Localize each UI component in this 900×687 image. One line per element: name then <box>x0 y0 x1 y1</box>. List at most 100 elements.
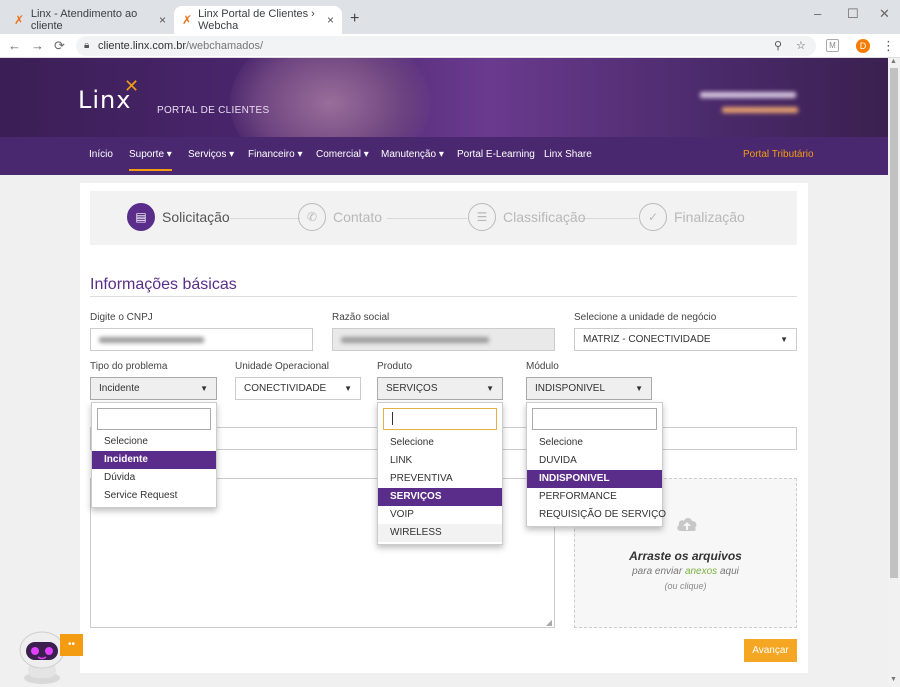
step-connector <box>387 218 467 219</box>
unidade-operacional-value: CONECTIVIDADE <box>244 383 327 394</box>
address-bar: ← → ⟳ 🔒︎ cliente.linx.com.br/webchamados… <box>0 34 900 58</box>
caret-down-icon: ▼ <box>635 384 643 393</box>
chat-badge[interactable]: •• <box>60 634 83 656</box>
tab-close-icon[interactable]: × <box>159 13 166 27</box>
phone-icon: ✆ <box>298 203 326 231</box>
produto-select[interactable]: SERVIÇOS ▼ <box>377 377 503 400</box>
minimize-button[interactable]: – <box>814 6 821 21</box>
dropdown-option[interactable]: Selecione <box>378 434 502 452</box>
step-solicitacao: ▤ Solicitação <box>127 203 230 231</box>
nav-linx-share[interactable]: Linx Share <box>544 149 592 160</box>
tab-close-icon[interactable]: × <box>327 13 334 27</box>
nav-servicos[interactable]: Serviços ▾ <box>188 149 234 160</box>
check-icon: ✓ <box>639 203 667 231</box>
bookmark-star-icon[interactable]: ☆ <box>796 36 806 56</box>
new-tab-button[interactable]: + <box>350 10 359 28</box>
caret-down-icon: ▼ <box>344 384 352 393</box>
avancar-button[interactable]: Avançar <box>744 639 797 662</box>
dropdown-search-input[interactable] <box>383 408 497 430</box>
user-company-redacted <box>722 107 798 113</box>
dropzone-text: aqui <box>717 566 739 577</box>
unidade-operacional-label: Unidade Operacional <box>235 361 329 372</box>
dropdown-option[interactable]: Selecione <box>92 433 216 451</box>
portal-subtitle: PORTAL DE CLIENTES <box>157 105 270 116</box>
browser-tab-bar: ✗ Linx - Atendimento ao cliente × ✗ Linx… <box>0 0 900 34</box>
dropdown-option[interactable]: LINK <box>378 452 502 470</box>
dropdown-option[interactable]: Selecione <box>527 434 662 452</box>
dropdown-search-input[interactable] <box>532 408 657 430</box>
url-field[interactable]: 🔒︎ cliente.linx.com.br/webchamados/ ⚲ ☆ <box>76 36 816 56</box>
linx-favicon-icon: ✗ <box>14 13 25 27</box>
list-icon: ☰ <box>468 203 496 231</box>
upload-cloud-icon <box>677 518 697 531</box>
tipo-problema-select[interactable]: Incidente ▼ <box>90 377 217 400</box>
dropdown-option[interactable]: REQUISIÇÃO DE SERVIÇO <box>527 506 666 524</box>
user-name-redacted[interactable] <box>700 92 796 98</box>
step-classificacao: ☰ Classificação <box>468 203 585 231</box>
browser-tab-atendimento[interactable]: ✗ Linx - Atendimento ao cliente × <box>6 6 174 34</box>
page-scrollbar[interactable]: ▲ ▼ <box>888 58 900 687</box>
modulo-label: Módulo <box>526 361 559 372</box>
section-title: Informações básicas <box>90 276 237 293</box>
razao-social-field <box>332 328 555 351</box>
tipo-problema-value: Incidente <box>99 383 140 394</box>
extension-icon[interactable]: M <box>826 39 839 52</box>
dropdown-option[interactable]: VOIP <box>378 506 502 524</box>
nav-manutencao[interactable]: Manutenção ▾ <box>381 149 444 160</box>
nav-portal-tributario[interactable]: Portal Tributário <box>743 149 814 160</box>
dropdown-option[interactable]: DUVIDA <box>527 452 662 470</box>
unidade-negocio-select[interactable]: MATRIZ - CONECTIVIDADE ▼ <box>574 328 797 351</box>
dropdown-option-selected[interactable]: INDISPONIVEL <box>527 470 662 488</box>
resize-handle-icon[interactable]: ◢ <box>546 618 552 627</box>
dropdown-option-selected[interactable]: SERVIÇOS <box>378 488 502 506</box>
reload-button[interactable]: ⟳ <box>54 38 65 54</box>
close-window-button[interactable]: ✕ <box>879 6 890 22</box>
produto-dropdown: Selecione LINK PREVENTIVA SERVIÇOS VOIP … <box>377 402 503 545</box>
step-label: Solicitação <box>162 209 230 225</box>
step-finalizacao: ✓ Finalização <box>639 203 745 231</box>
tipo-problema-dropdown: Selecione Incidente Dúvida Service Reque… <box>91 402 217 508</box>
header-banner-image <box>230 58 430 137</box>
caret-down-icon: ▼ <box>486 384 494 393</box>
caret-down-icon: ▼ <box>200 384 208 393</box>
maximize-button[interactable]: ☐ <box>847 6 859 22</box>
dropdown-option[interactable]: Service Request <box>92 487 216 505</box>
dropdown-search-input[interactable] <box>97 408 211 430</box>
zoom-icon[interactable]: ⚲ <box>774 36 782 56</box>
unidade-operacional-select[interactable]: CONECTIVIDADE ▼ <box>235 377 361 400</box>
tab-title: Linx - Atendimento ao cliente <box>30 8 138 32</box>
unidade-negocio-value: MATRIZ - CONECTIVIDADE <box>583 334 711 345</box>
portal-header: Linx ✕ PORTAL DE CLIENTES <box>0 58 888 137</box>
profile-avatar[interactable]: D <box>856 39 870 53</box>
anexos-link[interactable]: anexos <box>685 566 717 577</box>
nav-comercial[interactable]: Comercial ▾ <box>316 149 369 160</box>
wizard-steps: ▤ Solicitação ✆ Contato ☰ Classificação … <box>90 191 797 245</box>
main-navbar: Início Suporte ▾ Serviços ▾ Financeiro ▾… <box>0 137 888 175</box>
text-cursor <box>392 412 393 425</box>
dropzone-text: para enviar <box>632 566 685 577</box>
back-button[interactable]: ← <box>8 38 21 53</box>
scroll-down-icon[interactable]: ▼ <box>890 676 897 683</box>
forward-button[interactable]: → <box>31 38 44 53</box>
section-divider <box>90 296 797 297</box>
browser-tab-webchamados[interactable]: ✗ Linx Portal de Clientes › Webcha × <box>174 6 342 34</box>
nav-financeiro[interactable]: Financeiro ▾ <box>248 149 303 160</box>
modulo-select[interactable]: INDISPONIVEL ▼ <box>526 377 652 400</box>
dropzone-or-click: (ou clique) <box>664 581 707 591</box>
cnpj-field[interactable] <box>90 328 313 351</box>
scroll-up-icon[interactable]: ▲ <box>890 58 897 65</box>
nav-portal-elearning[interactable]: Portal E-Learning <box>457 149 535 160</box>
unidade-negocio-label: Selecione a unidade de negócio <box>574 312 717 323</box>
browser-menu-icon[interactable]: ⋮ <box>882 38 895 54</box>
dropdown-option[interactable]: PERFORMANCE <box>527 488 662 506</box>
dropdown-option-selected[interactable]: Incidente <box>92 451 216 469</box>
dropdown-option[interactable]: PREVENTIVA <box>378 470 502 488</box>
caret-down-icon: ▼ <box>780 335 788 344</box>
dropdown-option-hover[interactable]: WIRELESS <box>378 524 502 542</box>
razao-social-label: Razão social <box>332 312 390 323</box>
tipo-problema-label: Tipo do problema <box>90 361 168 372</box>
nav-suporte[interactable]: Suporte ▾ <box>129 149 172 171</box>
dropdown-option[interactable]: Dúvida <box>92 469 216 487</box>
scrollbar-thumb[interactable] <box>890 68 898 578</box>
nav-inicio[interactable]: Início <box>89 149 113 160</box>
